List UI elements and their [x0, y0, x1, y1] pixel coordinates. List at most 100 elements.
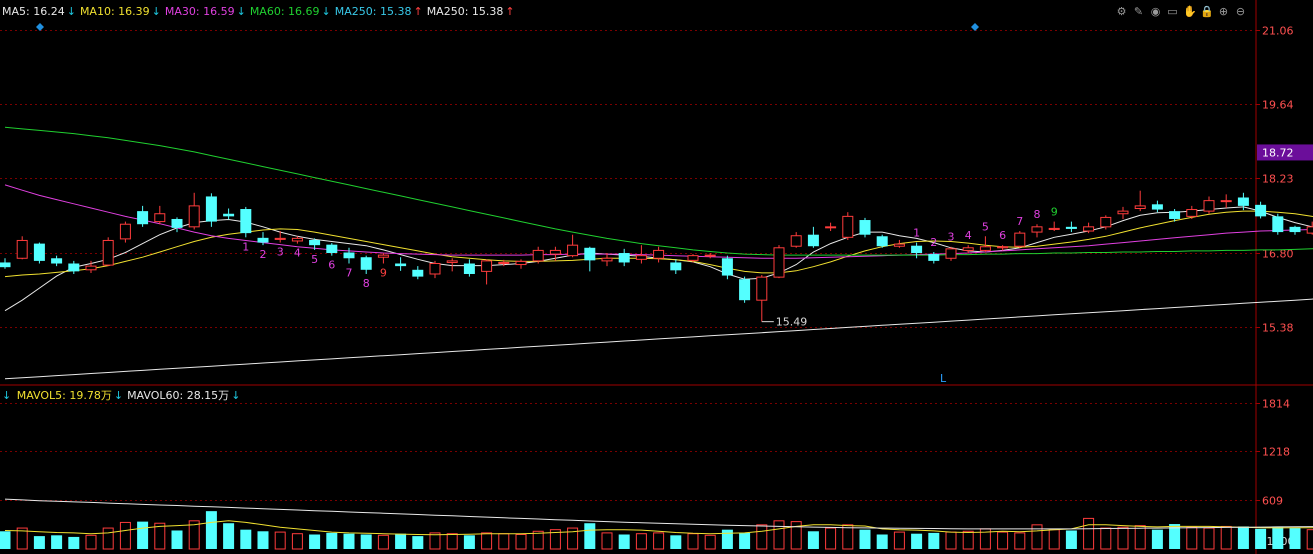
- volume-bar: [842, 524, 854, 550]
- volume-bar: [1151, 529, 1163, 549]
- zoom-out-icon[interactable]: ⊖: [1234, 5, 1247, 19]
- candle-body: [33, 243, 45, 261]
- candle-body: [0, 262, 11, 268]
- legend-value: MA5: 16.24: [2, 5, 65, 18]
- candle-body: [807, 234, 819, 247]
- td-count-label: 8: [1034, 208, 1041, 221]
- candle-body: [343, 252, 355, 259]
- candle-body: [567, 244, 579, 257]
- volume-bar: [446, 533, 458, 550]
- candle-body: [240, 209, 252, 234]
- td-count-label: 1: [913, 227, 920, 240]
- volume-bar: [240, 529, 252, 549]
- legend-item-ma60: MA60: 16.69 ↓: [250, 5, 333, 18]
- candle-body: [429, 263, 441, 275]
- candle-body: [223, 213, 235, 217]
- volume-bar: [1083, 517, 1095, 550]
- candle-body: [119, 223, 131, 240]
- volume-bar: [601, 532, 613, 550]
- candle-body: [395, 263, 407, 267]
- candle-body: [257, 237, 269, 243]
- candle-body: [1014, 232, 1026, 247]
- stock-chart[interactable]: 21.0619.6418.2316.8015.3818141218609X100…: [0, 0, 1313, 554]
- volume-bar: [635, 533, 647, 550]
- volume-bar: [119, 521, 131, 550]
- volume-bar: [137, 521, 149, 549]
- candle-body: [1065, 226, 1077, 229]
- candle-body: [532, 249, 544, 262]
- candle-body: [291, 237, 303, 242]
- candle-body: [670, 262, 682, 271]
- td-count-label: 2: [260, 248, 267, 261]
- series-line-ma10: [4, 210, 1313, 278]
- td-count-label: 4: [294, 247, 301, 260]
- candle-body: [739, 279, 751, 301]
- volume-bar: [997, 531, 1009, 550]
- volume-bar: [1306, 529, 1313, 550]
- volume-bar: [825, 527, 837, 550]
- candle-body: [412, 269, 424, 277]
- legend-value: MAVOL60: 28.15万: [127, 389, 230, 402]
- delete-icon[interactable]: ▭: [1166, 5, 1179, 19]
- volume-legend-arrow: ↓: [2, 389, 12, 402]
- zoom-in-icon[interactable]: ⊕: [1217, 5, 1230, 19]
- price-tick-label: 21.06: [1262, 25, 1294, 38]
- candle-body: [945, 248, 957, 259]
- legend-arrow: ↓: [113, 389, 124, 402]
- volume-bar: [1237, 526, 1249, 549]
- price-ma-legend: MA5: 16.24 ↓ MA10: 16.39 ↓ MA30: 16.59 ↓ MA60:…: [2, 5, 519, 19]
- volume-bar: [205, 511, 217, 549]
- series-line-mavol60: [4, 498, 1313, 530]
- hand-icon[interactable]: ✋: [1183, 5, 1197, 19]
- volume-bar: [618, 534, 630, 549]
- volume-bar: [1134, 525, 1146, 550]
- legend-arrow: ↓: [151, 5, 161, 18]
- candle-body: [825, 226, 837, 229]
- volume-tick-label: 1218: [1262, 446, 1290, 459]
- chart-toolbar: ⚙ ✎ ◉ ▭ ✋ 🔒 ⊕ ⊖: [1115, 5, 1247, 21]
- candle-body: [498, 261, 510, 265]
- td-count-label: 3: [948, 231, 955, 244]
- volume-bar: [1117, 526, 1129, 550]
- candle-body: [979, 246, 991, 251]
- td-count-label: 2: [930, 236, 937, 249]
- volume-bar: [653, 532, 665, 550]
- volume-bar: [1255, 528, 1267, 549]
- volume-bar: [326, 532, 338, 549]
- volume-bar: [360, 534, 372, 549]
- candle-body: [618, 253, 630, 263]
- lock-icon[interactable]: 🔒: [1200, 5, 1214, 19]
- volume-bar: [1203, 527, 1215, 550]
- candle-body: [721, 258, 733, 276]
- volume-bar: [309, 534, 321, 549]
- volume-bar: [1289, 528, 1301, 549]
- volume-bar: [515, 534, 527, 550]
- volume-ma-legend: ↓ MAVOL5: 19.78万 ↓ MAVOL60: 28.15万 ↓: [2, 389, 244, 403]
- candle-body: [68, 263, 80, 272]
- volume-bar: [962, 530, 974, 550]
- td-count-label: 6: [328, 259, 335, 272]
- td-count-label: 7: [1016, 215, 1023, 228]
- candle-body: [962, 247, 974, 251]
- legend-value: MA30: 16.59: [164, 5, 235, 18]
- candle-body: [1083, 226, 1095, 232]
- eye-icon[interactable]: ◉: [1149, 5, 1162, 19]
- volume-bar: [85, 534, 97, 550]
- legend-item-mavol60: MAVOL60: 28.15万 ↓: [127, 389, 242, 402]
- settings-icon[interactable]: ⚙: [1115, 5, 1128, 19]
- legend-value: MAVOL5: 19.78万: [16, 389, 112, 402]
- volume-bar: [412, 536, 424, 549]
- volume-bar: [1220, 525, 1232, 550]
- legend-arrow: ↓: [66, 5, 76, 18]
- signal-marker-l: L: [940, 372, 947, 385]
- volume-bar: [429, 532, 441, 550]
- volume-bar: [670, 535, 682, 549]
- legend-item-ma10: MA10: 16.39 ↓: [80, 5, 163, 18]
- volume-bar: [584, 523, 596, 549]
- candle-body: [188, 205, 200, 228]
- volume-bar: [1048, 529, 1060, 550]
- volume-bar: [1014, 532, 1026, 550]
- candle-body: [635, 255, 647, 260]
- candle-body: [16, 239, 28, 259]
- brush-icon[interactable]: ✎: [1132, 5, 1145, 19]
